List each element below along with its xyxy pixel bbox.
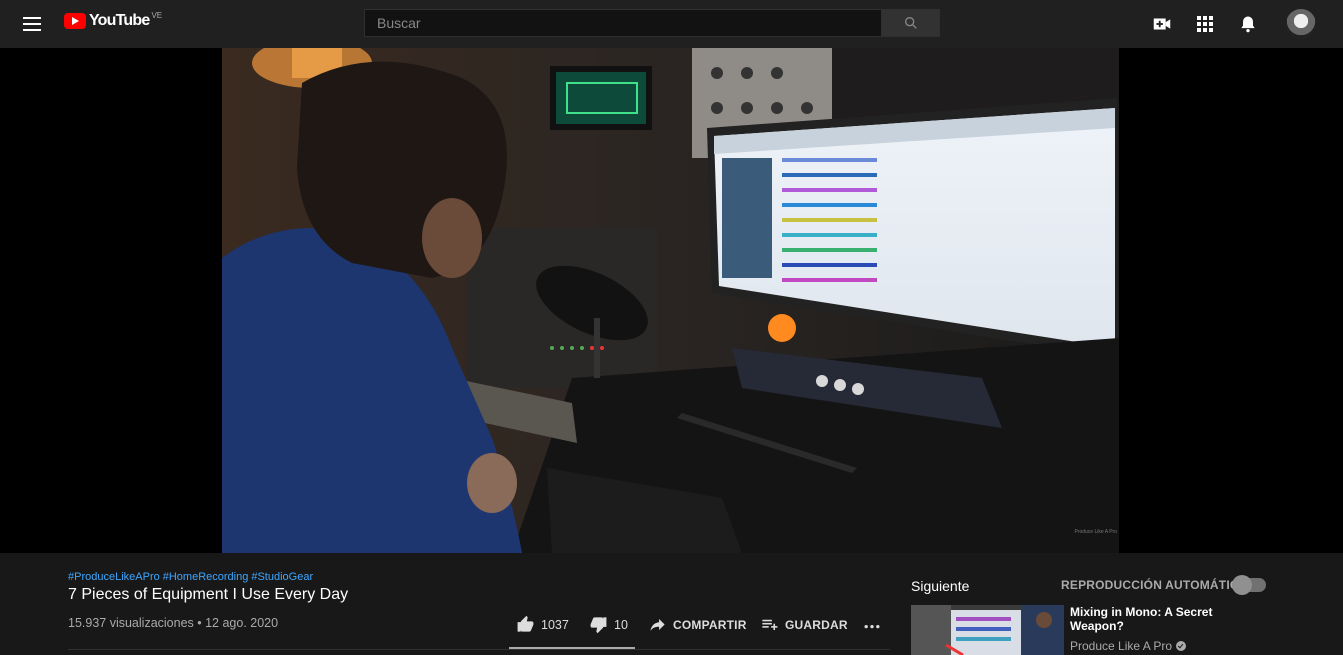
menu-icon[interactable] xyxy=(20,12,44,36)
video-frame[interactable]: Produce Like A Pro xyxy=(222,48,1119,553)
avatar[interactable] xyxy=(1286,9,1316,39)
like-count: 1037 xyxy=(541,617,569,632)
save-button[interactable]: GUARDAR xyxy=(760,615,848,634)
video-frame-image xyxy=(222,48,1119,553)
next-video-channel[interactable]: Produce Like A Pro xyxy=(1070,639,1187,653)
up-next-heading: Siguiente xyxy=(911,578,970,594)
thumbs-up-icon xyxy=(517,615,534,632)
verified-check-icon xyxy=(1176,641,1187,651)
share-button[interactable]: COMPARTIR xyxy=(648,615,747,634)
view-count-date: 15.937 visualizaciones • 12 ago. 2020 xyxy=(68,616,279,630)
apps-grid-icon xyxy=(1197,16,1213,32)
video-camera-plus-icon xyxy=(1153,18,1171,30)
autoplay-label: REPRODUCCIÓN AUTOMÁTICA xyxy=(1061,578,1248,592)
notifications-button[interactable] xyxy=(1236,12,1260,36)
dislike-count: 10 xyxy=(614,617,628,632)
hashtag-link[interactable]: #HomeRecording xyxy=(163,571,249,583)
share-arrow-icon xyxy=(650,618,665,631)
logo-text: YouTube xyxy=(89,12,150,29)
more-horizontal-icon xyxy=(864,625,880,629)
create-video-button[interactable] xyxy=(1150,12,1174,36)
masthead: YouTube VE xyxy=(0,0,1343,48)
video-info-area: #ProduceLikeAPro #HomeRecording #StudioGea… xyxy=(0,553,1343,655)
video-player[interactable]: Produce Like A Pro xyxy=(0,48,1343,553)
search-icon xyxy=(904,16,917,29)
video-watermark: Produce Like A Pro xyxy=(1074,529,1117,535)
youtube-logo[interactable]: YouTube VE xyxy=(64,10,163,30)
search-button[interactable] xyxy=(882,9,940,37)
video-title: 7 Pieces of Equipment I Use Every Day xyxy=(68,586,349,603)
divider xyxy=(68,649,890,650)
bell-icon xyxy=(1241,16,1255,33)
thumbs-down-icon xyxy=(590,617,607,634)
search-input[interactable] xyxy=(364,9,882,37)
thumbnail-image xyxy=(911,605,1064,655)
apps-button[interactable] xyxy=(1193,12,1217,36)
hashtag-link[interactable]: #StudioGear xyxy=(251,571,313,583)
hashtags: #ProduceLikeAPro #HomeRecording #StudioGea… xyxy=(68,571,316,583)
autoplay-toggle[interactable] xyxy=(1232,575,1266,595)
save-label: GUARDAR xyxy=(785,617,848,632)
like-button[interactable]: 1037 xyxy=(516,615,569,634)
youtube-play-icon xyxy=(64,13,86,29)
dislike-button[interactable]: 10 xyxy=(589,615,628,634)
playlist-add-icon xyxy=(762,619,778,631)
next-video-title[interactable]: Mixing in Mono: A Secret Weapon? xyxy=(1070,605,1250,633)
country-code: VE xyxy=(151,10,163,20)
channel-name: Produce Like A Pro xyxy=(1070,639,1173,653)
next-video-thumbnail[interactable] xyxy=(911,605,1064,655)
share-label: COMPARTIR xyxy=(673,617,747,632)
more-actions-button[interactable] xyxy=(862,615,888,635)
hashtag-link[interactable]: #ProduceLikeAPro xyxy=(68,571,160,583)
search-box xyxy=(364,9,940,37)
